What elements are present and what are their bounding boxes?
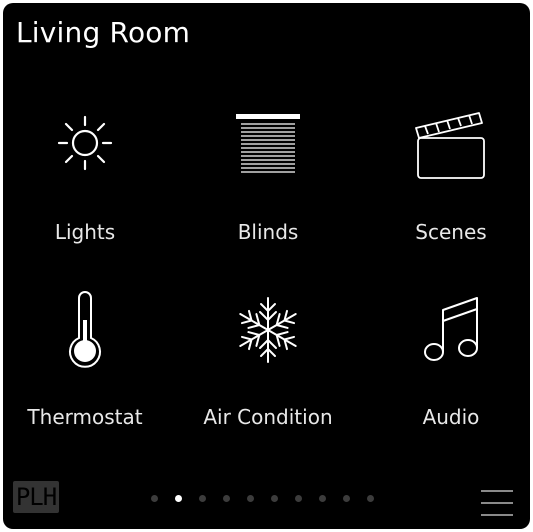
footer-bar: PLH xyxy=(3,458,530,529)
tile-audio-label: Audio xyxy=(422,405,480,429)
page-dot[interactable] xyxy=(319,495,326,502)
page-dot[interactable] xyxy=(151,495,158,502)
music-note-icon xyxy=(424,297,478,361)
page-dot[interactable] xyxy=(367,495,374,502)
thermometer-icon xyxy=(69,291,101,368)
page-dot[interactable] xyxy=(343,495,350,502)
device-grid: Lights Blinds Scenes Thermostat Air Cond… xyxy=(3,3,530,443)
tile-thermostat-label: Thermostat xyxy=(27,405,143,429)
page-dot[interactable] xyxy=(223,495,230,502)
page-dot[interactable] xyxy=(271,495,278,502)
clapperboard-icon xyxy=(415,112,485,179)
tile-blinds-label: Blinds xyxy=(237,220,299,244)
hamburger-icon-line xyxy=(481,502,513,504)
plh-logo: PLH xyxy=(13,481,59,513)
hamburger-icon-line xyxy=(481,514,513,516)
tile-lights[interactable]: Lights xyxy=(10,93,160,244)
tile-blinds[interactable]: Blinds xyxy=(193,93,343,244)
tile-air-condition-label: Air Condition xyxy=(203,405,333,429)
page-dot[interactable] xyxy=(199,495,206,502)
tile-lights-label: Lights xyxy=(54,220,116,244)
tile-audio[interactable]: Audio xyxy=(376,278,526,429)
sun-icon xyxy=(57,115,113,171)
snowflake-icon xyxy=(235,297,301,363)
tile-air-condition[interactable]: Air Condition xyxy=(193,278,343,429)
menu-button[interactable] xyxy=(478,486,516,522)
tile-scenes[interactable]: Scenes xyxy=(376,93,526,244)
page-dot[interactable] xyxy=(175,495,182,502)
tile-thermostat[interactable]: Thermostat xyxy=(10,278,160,429)
page-dot[interactable] xyxy=(247,495,254,502)
tile-scenes-label: Scenes xyxy=(415,220,487,244)
hamburger-icon-line xyxy=(481,490,513,492)
room-panel: Living Room Lights Blinds Scenes Thermos… xyxy=(3,3,530,529)
blinds-icon xyxy=(236,114,300,173)
page-dot[interactable] xyxy=(295,495,302,502)
